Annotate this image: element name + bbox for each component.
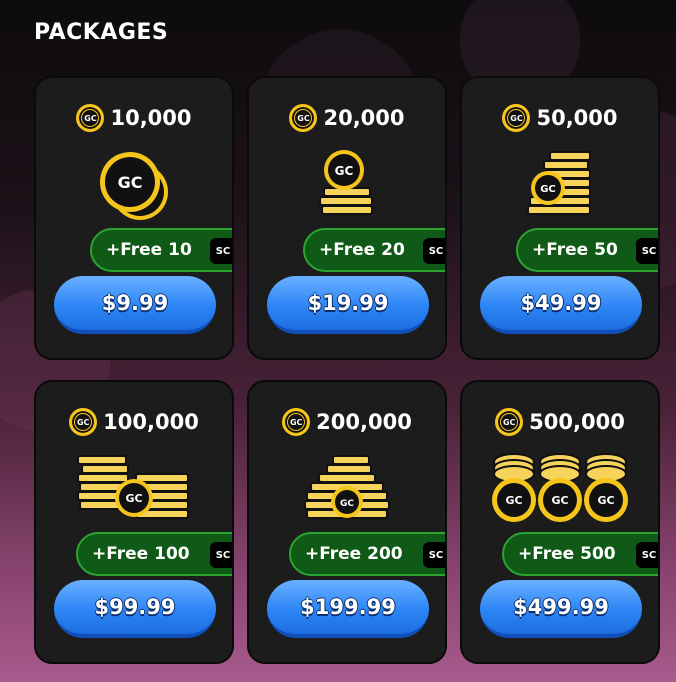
amount-row: GC 500,000 — [462, 408, 658, 436]
free-bonus-pill: +Free 100 SC — [76, 532, 232, 576]
coin-amount: 10,000 — [110, 106, 192, 130]
coin-rows-icon: GC GC GC — [462, 452, 658, 530]
buy-button[interactable]: $499.99 — [480, 580, 642, 638]
svg-text:GC: GC — [125, 492, 142, 505]
price-label: $99.99 — [94, 595, 176, 619]
price-label: $9.99 — [101, 291, 169, 315]
svg-text:GC: GC — [540, 184, 556, 195]
buy-button[interactable]: $19.99 — [267, 276, 429, 334]
package-card[interactable]: GC 20,000 GC +Free 20 SC $19.99 — [247, 76, 447, 360]
coin-amount: 100,000 — [103, 410, 199, 434]
price-label: $199.99 — [300, 595, 396, 619]
package-card[interactable]: GC 10,000 GC +Free 10 SC $9.99 — [34, 76, 234, 360]
free-bonus-pill: +Free 10 SC — [90, 228, 232, 272]
coin-small-stack-icon: GC — [249, 148, 445, 226]
package-card[interactable]: GC 50,000 GC +Free 50 SC $49.99 — [460, 76, 660, 360]
coin-stack-icon: GC — [462, 148, 658, 226]
price-label: $49.99 — [520, 291, 602, 315]
sweep-coin-icon: SC — [423, 542, 445, 568]
free-bonus-pill: +Free 200 SC — [289, 532, 445, 576]
svg-text:GC: GC — [597, 494, 614, 507]
amount-row: GC 10,000 — [36, 104, 232, 132]
price-label: $19.99 — [307, 291, 389, 315]
package-card[interactable]: GC 200,000 GC +Free 200 SC $199.99 — [247, 380, 447, 664]
free-bonus-label: +Free 10 — [106, 240, 192, 260]
coin-amount: 50,000 — [536, 106, 618, 130]
free-bonus-pill: +Free 50 SC — [516, 228, 658, 272]
svg-text:GC: GC — [118, 173, 143, 192]
gold-coin-icon: GC — [289, 104, 318, 132]
amount-row: GC 100,000 — [36, 408, 232, 436]
amount-row: GC 200,000 — [249, 408, 445, 436]
coin-amount: 20,000 — [323, 106, 405, 130]
sweep-coin-icon: SC — [636, 542, 658, 568]
svg-text:GC: GC — [335, 164, 354, 178]
gold-coin-icon: GC — [282, 408, 311, 436]
sweep-coin-icon: SC — [423, 238, 445, 264]
free-bonus-label: +Free 200 — [305, 544, 403, 564]
svg-text:GC: GC — [505, 494, 522, 507]
sweep-coin-icon: SC — [210, 542, 232, 568]
free-bonus-pill: +Free 20 SC — [303, 228, 445, 272]
package-card[interactable]: GC 100,000 GC +Free 100 SC $99.99 — [34, 380, 234, 664]
gold-coin-icon: GC — [495, 408, 524, 436]
free-bonus-label: +Free 100 — [92, 544, 190, 564]
buy-button[interactable]: $99.99 — [54, 580, 216, 638]
sweep-coin-icon: SC — [210, 238, 232, 264]
gold-coin-icon: GC — [69, 408, 98, 436]
free-bonus-label: +Free 500 — [518, 544, 616, 564]
free-bonus-pill: +Free 500 SC — [502, 532, 658, 576]
coin-amount: 200,000 — [316, 410, 412, 434]
package-card[interactable]: GC 500,000 GC GC GC +Free 500 SC $499.99 — [460, 380, 660, 664]
single-coin-icon: GC — [36, 148, 232, 226]
amount-row: GC 50,000 — [462, 104, 658, 132]
buy-button[interactable]: $49.99 — [480, 276, 642, 334]
free-bonus-label: +Free 20 — [319, 240, 405, 260]
free-bonus-label: +Free 50 — [532, 240, 618, 260]
coin-amount: 500,000 — [529, 410, 625, 434]
gold-coin-icon: GC — [76, 104, 105, 132]
price-label: $499.99 — [513, 595, 609, 619]
sweep-coin-icon: SC — [636, 238, 658, 264]
buy-button[interactable]: $199.99 — [267, 580, 429, 638]
gold-coin-icon: GC — [502, 104, 531, 132]
coin-double-stack-icon: GC — [36, 452, 232, 530]
svg-text:GC: GC — [551, 494, 568, 507]
coin-pyramid-icon: GC — [249, 452, 445, 530]
amount-row: GC 20,000 — [249, 104, 445, 132]
buy-button[interactable]: $9.99 — [54, 276, 216, 334]
svg-text:GC: GC — [340, 499, 354, 509]
page-title: PACKAGES — [34, 20, 169, 45]
